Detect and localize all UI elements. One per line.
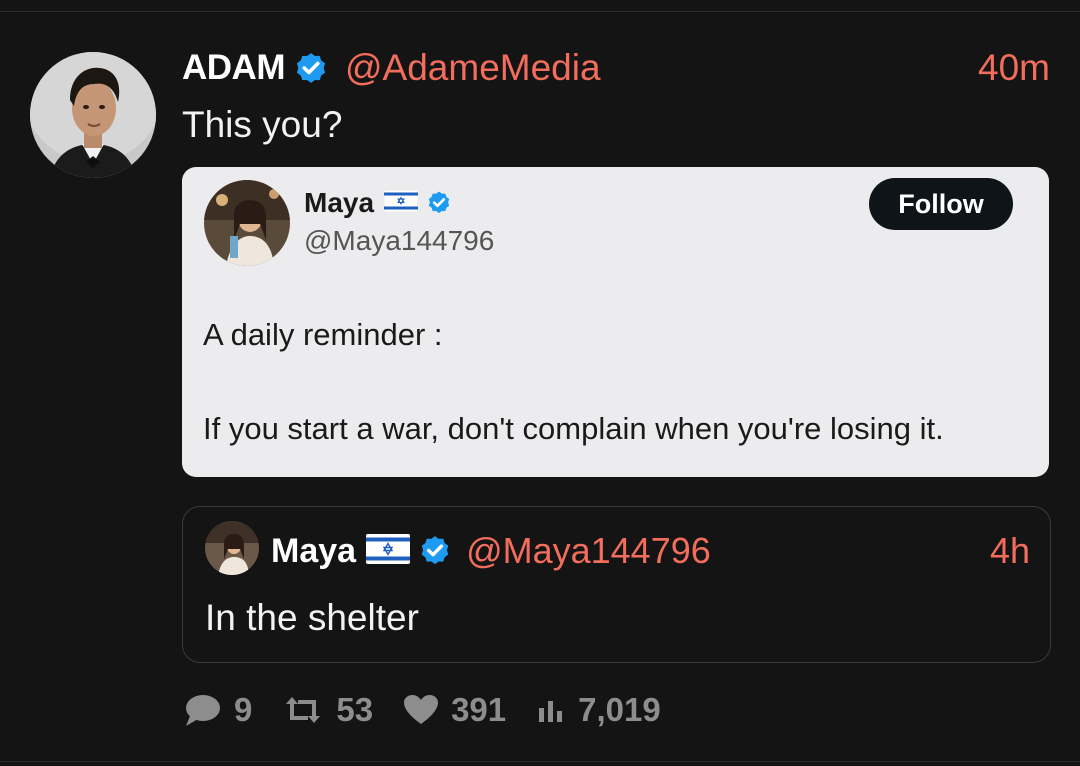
reply-name[interactable]: Maya <box>271 532 356 571</box>
reply-count: 9 <box>234 691 253 728</box>
quoted-reply-card[interactable]: Maya @Maya144796 4h In the shelter <box>182 506 1051 663</box>
bar-chart-icon <box>536 696 566 724</box>
author-name[interactable]: ADAM <box>182 48 285 88</box>
quoted-verified-icon <box>426 190 452 216</box>
reply-button[interactable]: 9 <box>182 691 252 729</box>
quoted-handle: @Maya144796 <box>304 225 495 256</box>
retweet-icon <box>282 694 324 726</box>
view-count: 7,019 <box>578 691 661 728</box>
retweet-count: 53 <box>336 691 374 728</box>
quoted-avatar <box>204 180 290 266</box>
like-count: 391 <box>451 691 507 728</box>
comment-icon <box>182 692 222 728</box>
tweet-text: This you? <box>182 104 343 145</box>
like-button[interactable]: 391 <box>403 691 506 729</box>
reply-timestamp[interactable]: 4h <box>990 530 1030 572</box>
reply-avatar <box>205 521 259 575</box>
tweet-timestamp[interactable]: 40m <box>978 47 1050 89</box>
bottom-divider <box>0 761 1080 762</box>
heart-icon <box>403 694 439 726</box>
reply-verified-icon <box>418 534 452 568</box>
views-button[interactable]: 7,019 <box>536 691 661 729</box>
quoted-name-row: Maya <box>304 187 452 219</box>
quoted-name: Maya <box>304 187 375 218</box>
top-divider <box>0 11 1080 12</box>
israel-flag-icon <box>383 189 419 217</box>
verified-badge-icon <box>293 50 329 86</box>
tweet-header: ADAM @AdameMedia 40m <box>182 44 1050 92</box>
follow-button[interactable]: Follow <box>869 178 1013 230</box>
reply-header: Maya @Maya144796 4h <box>271 527 1030 575</box>
reply-text: In the shelter <box>205 597 419 638</box>
retweet-button[interactable]: 53 <box>282 691 373 729</box>
reply-handle[interactable]: @Maya144796 <box>466 530 711 572</box>
author-avatar[interactable] <box>30 52 156 178</box>
israel-flag-icon <box>366 533 411 569</box>
quoted-text-line1: A daily reminder : <box>203 317 443 352</box>
action-bar: 9 53 391 7,019 <box>182 688 691 732</box>
tweet-screenshot: ADAM @AdameMedia 40m This you? Maya @May… <box>0 0 1080 766</box>
quoted-tweet-image[interactable]: Maya @Maya144796 Follow A daily reminder… <box>182 167 1049 477</box>
quoted-text-line2: If you start a war, don't complain when … <box>203 411 944 446</box>
author-handle[interactable]: @AdameMedia <box>345 47 601 89</box>
